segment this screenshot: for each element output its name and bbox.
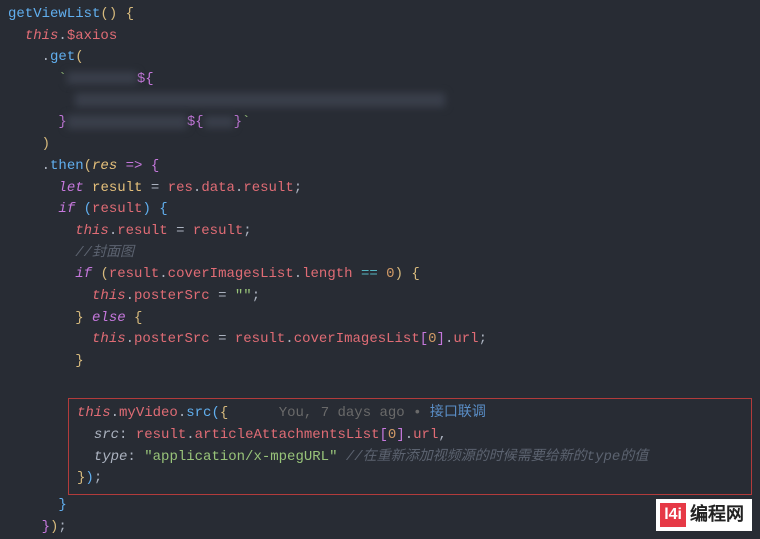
- redacted-text: [204, 116, 234, 128]
- redacted-text: [75, 93, 445, 107]
- code-line: });: [8, 517, 760, 539]
- watermark-logo: l4i: [660, 503, 686, 528]
- code-line: }: [8, 351, 760, 373]
- redacted-text: [67, 115, 187, 129]
- code-line: this.posterSrc = "";: [8, 286, 760, 308]
- watermark-text: 编程网: [690, 501, 744, 529]
- code-line: [8, 373, 760, 395]
- code-line: });: [77, 468, 743, 490]
- code-line: this.posterSrc = result.coverImagesList[…: [8, 329, 760, 351]
- redacted-text: [67, 72, 137, 84]
- code-line: this.myVideo.src({ You, 7 days ago • 接口联…: [77, 403, 743, 425]
- site-watermark: l4i 编程网: [656, 499, 752, 531]
- code-line: if (result.coverImagesList.length == 0) …: [8, 264, 760, 286]
- code-line: `${: [8, 69, 760, 91]
- code-line: [8, 91, 760, 113]
- code-line: }${}`: [8, 112, 760, 134]
- code-line: getViewList() {: [8, 4, 760, 26]
- method-name: getViewList: [8, 6, 100, 22]
- git-blame-annotation: You, 7 days ago • 接口联调: [279, 405, 486, 421]
- code-line: ): [8, 134, 760, 156]
- highlighted-block: this.myVideo.src({ You, 7 days ago • 接口联…: [68, 398, 752, 495]
- code-line: this.result = result;: [8, 221, 760, 243]
- code-line: if (result) {: [8, 199, 760, 221]
- code-line: }: [8, 495, 760, 517]
- code-line: //封面图: [8, 243, 760, 265]
- code-line: src: result.articleAttachmentsList[0].ur…: [77, 425, 743, 447]
- code-line: } else {: [8, 308, 760, 330]
- code-line: let result = res.data.result;: [8, 178, 760, 200]
- code-line: this.$axios: [8, 26, 760, 48]
- code-line: .then(res => {: [8, 156, 760, 178]
- code-editor[interactable]: getViewList() { this.$axios .get( `${ }$…: [8, 4, 760, 539]
- code-line: type: "application/x-mpegURL" //在重新添加视频源…: [77, 447, 743, 469]
- code-line: .get(: [8, 47, 760, 69]
